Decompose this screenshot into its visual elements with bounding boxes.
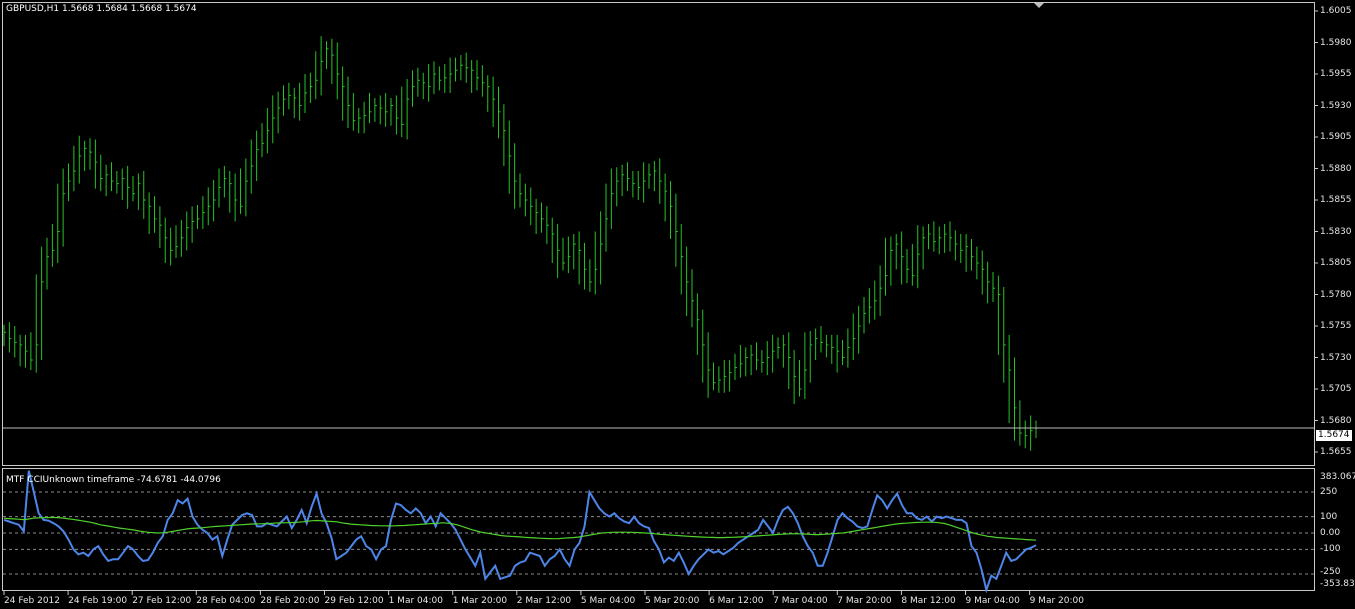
cci-tick-label: -100 [1320,544,1341,554]
date-tick-label: 1 Mar 20:00 [452,596,508,606]
date-tick-label: 7 Mar 20:00 [837,596,892,606]
cci-tick-label: 383.0676 [1320,472,1355,482]
main-chart-title: GBPUSD,H1 1.5668 1.5684 1.5668 1.5674 [6,4,197,14]
cci-line [3,470,1037,594]
date-tick-label: 29 Feb 12:00 [324,596,384,606]
cci-tick-label: 100 [1320,512,1338,522]
cci-tick-label: 250 [1320,487,1338,497]
cci-tick-label: -353.834 [1320,579,1355,589]
price-tick-label: 1.6005 [1320,6,1352,16]
chart-canvas [3,3,1318,595]
price-tick-label: 1.5755 [1320,321,1352,331]
date-tick-label: 5 Mar 04:00 [580,596,636,606]
price-tick-label: 1.5830 [1320,226,1352,237]
date-tick-label: 7 Mar 04:00 [773,596,828,606]
price-tick-label: 1.5805 [1320,258,1352,268]
cci-signal-line [3,516,1037,541]
date-tick-label: 1 Mar 04:00 [388,596,443,606]
price-tick-label: 1.5780 [1320,289,1352,300]
current-price-badge: 1.5674 [1316,430,1352,441]
date-tick-label: 8 Mar 12:00 [901,596,956,606]
price-tick-label: 1.5930 [1320,100,1352,111]
date-tick-label: 2 Mar 12:00 [516,596,572,606]
cci-tick-label: -250 [1320,567,1341,577]
date-tick-label: 24 Feb 19:00 [68,596,128,606]
date-tick-label: 9 Mar 04:00 [965,596,1020,606]
price-tick-label: 1.5655 [1320,447,1352,457]
date-tick-label: 28 Feb 20:00 [260,596,320,606]
date-tick-label: 6 Mar 12:00 [709,596,764,606]
date-tick-label: 24 Feb 2012 [4,596,61,606]
date-tick-label: 9 Mar 20:00 [1029,596,1084,606]
price-tick-label: 1.5905 [1320,132,1352,142]
date-tick-label: 5 Mar 20:00 [645,596,700,606]
price-tick-label: 1.5705 [1320,384,1352,394]
cci-tick-label: 0.00 [1320,528,1341,538]
indicator-title: MTF CCIUnknown timeframe -74.6781 -44.07… [6,475,221,485]
price-tick-label: 1.5955 [1320,69,1352,79]
price-tick-label: 1.5730 [1320,352,1352,363]
price-tick-label: 1.5855 [1320,195,1352,205]
price-tick-label: 1.5880 [1320,163,1352,174]
shift-marker-icon [1034,3,1044,8]
price-tick-label: 1.5680 [1320,415,1352,426]
date-tick-label: 27 Feb 12:00 [132,596,192,606]
price-tick-label: 1.5980 [1320,37,1352,48]
date-tick-label: 28 Feb 04:00 [196,596,256,606]
